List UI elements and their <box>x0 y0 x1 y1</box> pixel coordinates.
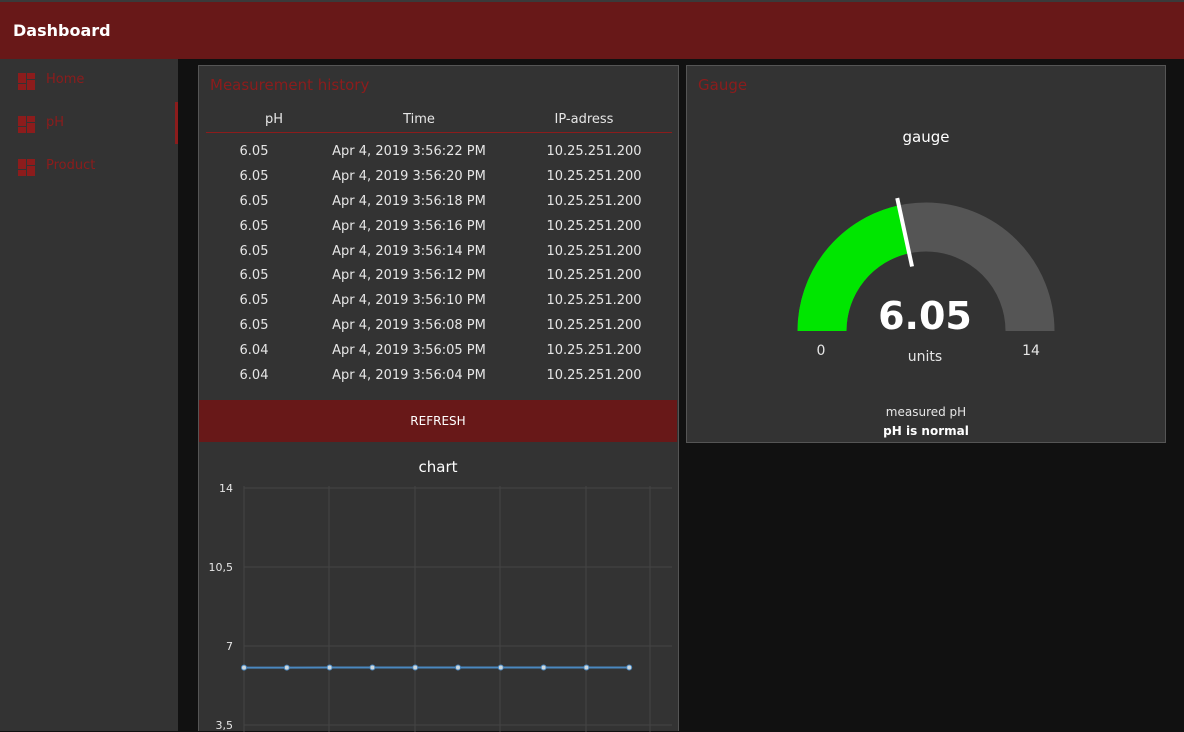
data-point <box>413 665 418 670</box>
table-row[interactable]: 6.04 Apr 4, 2019 3:56:04 PM 10.25.251.20… <box>199 368 677 393</box>
cell-ph: 6.05 <box>224 293 284 308</box>
card-title: Gauge <box>698 76 747 94</box>
column-header-time[interactable]: Time <box>369 112 469 127</box>
table-row[interactable]: 6.05 Apr 4, 2019 3:56:08 PM 10.25.251.20… <box>199 318 677 343</box>
measurement-history-card: Measurement history pH Time IP-adress 6.… <box>198 65 679 731</box>
table-row[interactable]: 6.05 Apr 4, 2019 3:56:18 PM 10.25.251.20… <box>199 194 677 219</box>
sidebar-item-product[interactable]: Product <box>0 145 178 187</box>
cell-ph: 6.05 <box>224 194 284 209</box>
column-header-ip[interactable]: IP-adress <box>534 112 634 127</box>
line-chart: 14 10,5 7 3,5 <box>199 476 677 732</box>
gauge-title: gauge <box>687 128 1165 146</box>
sidebar-item-label: pH <box>46 115 64 130</box>
cell-ip: 10.25.251.200 <box>534 244 654 259</box>
dashboard-icon <box>18 159 35 176</box>
y-tick-label: 10,5 <box>209 561 234 574</box>
cell-time: Apr 4, 2019 3:56:12 PM <box>319 268 499 283</box>
dashboard-icon <box>18 73 35 90</box>
cell-ip: 10.25.251.200 <box>534 318 654 333</box>
cell-time: Apr 4, 2019 3:56:22 PM <box>319 144 499 159</box>
cell-time: Apr 4, 2019 3:56:10 PM <box>319 293 499 308</box>
cell-ph: 6.05 <box>224 244 284 259</box>
data-point <box>242 665 247 670</box>
table-row[interactable]: 6.05 Apr 4, 2019 3:56:22 PM 10.25.251.20… <box>199 144 677 169</box>
cell-ip: 10.25.251.200 <box>534 293 654 308</box>
sidebar-item-ph[interactable]: pH <box>0 102 178 144</box>
table-row[interactable]: 6.05 Apr 4, 2019 3:56:12 PM 10.25.251.20… <box>199 268 677 293</box>
data-point <box>584 665 589 670</box>
gauge-caption: measured pH <box>826 405 1026 419</box>
card-title: Measurement history <box>210 76 369 94</box>
cell-ip: 10.25.251.200 <box>534 268 654 283</box>
gauge-value: 6.05 <box>875 294 975 338</box>
cell-ph: 6.05 <box>224 268 284 283</box>
cell-time: Apr 4, 2019 3:56:20 PM <box>319 169 499 184</box>
cell-ph: 6.05 <box>224 169 284 184</box>
cell-ph: 6.05 <box>224 144 284 159</box>
top-bar: Dashboard <box>0 0 1184 59</box>
y-tick-label: 3,5 <box>216 719 234 732</box>
data-point <box>627 665 632 670</box>
y-tick-label: 7 <box>226 640 233 653</box>
data-point <box>327 665 332 670</box>
cell-ph: 6.04 <box>224 368 284 383</box>
gauge-max: 14 <box>1011 343 1051 359</box>
data-point <box>370 665 375 670</box>
table-row[interactable]: 6.05 Apr 4, 2019 3:56:16 PM 10.25.251.20… <box>199 219 677 244</box>
cell-ph: 6.04 <box>224 343 284 358</box>
data-point <box>284 665 289 670</box>
table-header-divider <box>206 132 672 133</box>
refresh-button[interactable]: REFRESH <box>199 400 677 442</box>
chart-title: chart <box>199 458 677 476</box>
data-point <box>456 665 461 670</box>
app-title: Dashboard <box>13 21 111 40</box>
cell-ip: 10.25.251.200 <box>534 343 654 358</box>
cell-ph: 6.05 <box>224 318 284 333</box>
cell-time: Apr 4, 2019 3:56:14 PM <box>319 244 499 259</box>
cell-ip: 10.25.251.200 <box>534 219 654 234</box>
chart-grid <box>244 486 672 732</box>
gauge-min: 0 <box>801 343 841 359</box>
cell-ip: 10.25.251.200 <box>534 194 654 209</box>
cell-ip: 10.25.251.200 <box>534 144 654 159</box>
column-header-ph[interactable]: pH <box>244 112 304 127</box>
table-row[interactable]: 6.05 Apr 4, 2019 3:56:20 PM 10.25.251.20… <box>199 169 677 194</box>
cell-time: Apr 4, 2019 3:56:18 PM <box>319 194 499 209</box>
cell-ip: 10.25.251.200 <box>534 169 654 184</box>
gauge-units: units <box>875 349 975 365</box>
sidebar-item-home[interactable]: Home <box>0 59 178 101</box>
sidebar-item-label: Product <box>46 158 95 173</box>
sidebar-item-label: Home <box>46 72 84 87</box>
table-row[interactable]: 6.05 Apr 4, 2019 3:56:14 PM 10.25.251.20… <box>199 244 677 269</box>
cell-time: Apr 4, 2019 3:56:16 PM <box>319 219 499 234</box>
dashboard-icon <box>18 116 35 133</box>
chart-y-axis: 14 10,5 7 3,5 <box>209 482 234 732</box>
data-point <box>498 665 503 670</box>
table-row[interactable]: 6.05 Apr 4, 2019 3:56:10 PM 10.25.251.20… <box>199 293 677 318</box>
sidebar: Home pH Product <box>0 59 178 731</box>
y-tick-label: 14 <box>219 482 233 495</box>
gauge-card: Gauge gauge 6.05 units 0 14 measured pH … <box>686 65 1166 443</box>
gauge-status: pH is normal <box>826 424 1026 438</box>
cell-time: Apr 4, 2019 3:56:04 PM <box>319 368 499 383</box>
table-row[interactable]: 6.04 Apr 4, 2019 3:56:05 PM 10.25.251.20… <box>199 343 677 368</box>
data-point <box>541 665 546 670</box>
cell-ip: 10.25.251.200 <box>534 368 654 383</box>
cell-time: Apr 4, 2019 3:56:05 PM <box>319 343 499 358</box>
cell-ph: 6.05 <box>224 219 284 234</box>
cell-time: Apr 4, 2019 3:56:08 PM <box>319 318 499 333</box>
